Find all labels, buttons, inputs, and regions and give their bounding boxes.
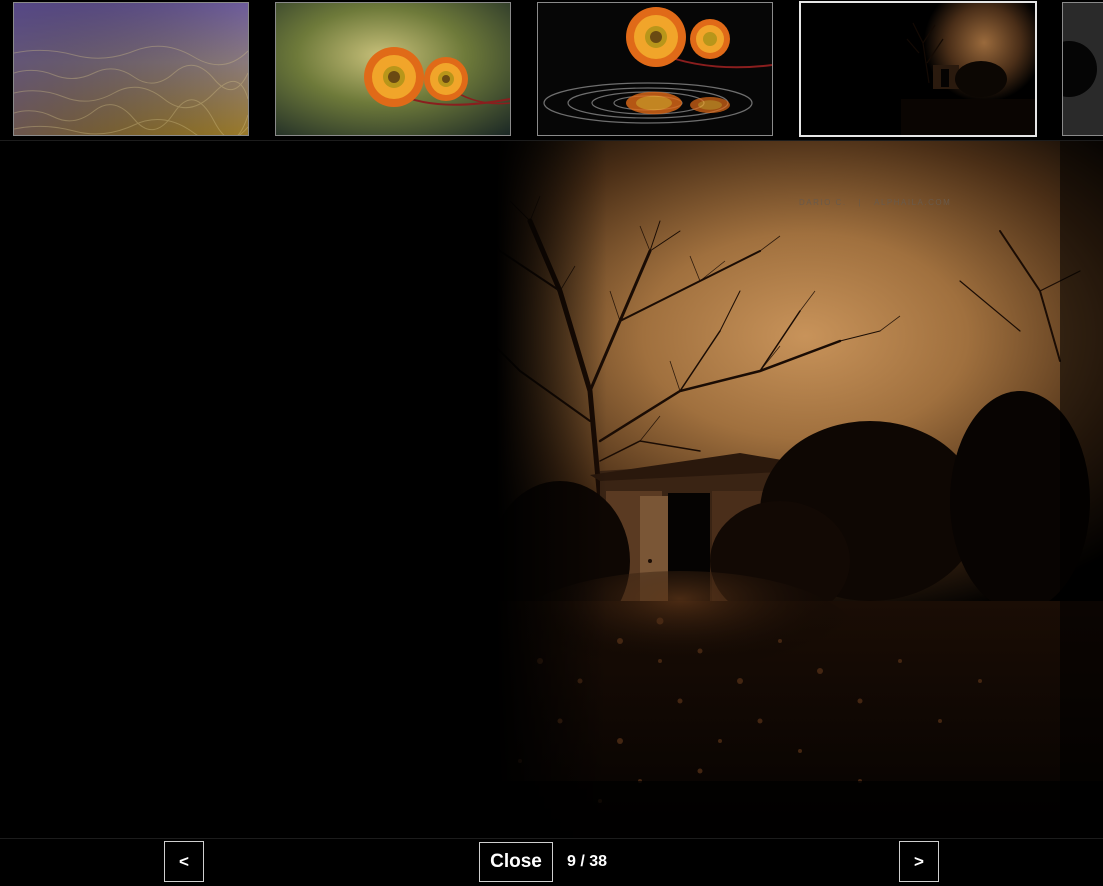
lightbox-gallery: DARIO C. | ALPHAILA.COM < Close 9 / 38 >: [0, 0, 1103, 886]
previous-button[interactable]: <: [164, 841, 204, 882]
watermark-author: DARIO C.: [799, 198, 847, 207]
thumbnail-flowers[interactable]: [275, 2, 511, 136]
thumbnail-water[interactable]: [13, 2, 249, 136]
image-viewer: DARIO C. | ALPHAILA.COM: [0, 141, 1103, 838]
watermark-separator: |: [858, 198, 863, 207]
thumbnail-partial[interactable]: [1062, 2, 1103, 136]
lightbox-controls: < Close 9 / 38 >: [0, 838, 1103, 886]
watermark-site: ALPHAILA.COM: [874, 198, 952, 207]
water-surface-thumbnail: [14, 3, 248, 135]
image-counter: 9 / 38: [567, 853, 608, 870]
shed-under-trees-photo: [0, 141, 1103, 838]
dark-partial-thumbnail: [1063, 3, 1103, 135]
thumbnail-flowers-reflection[interactable]: [537, 2, 773, 136]
close-button[interactable]: Close: [479, 842, 553, 882]
main-photo: [0, 141, 1103, 838]
thumbnail-shed-active[interactable]: [799, 1, 1037, 137]
flowers-reflection-thumbnail: [538, 3, 772, 135]
thumbnail-strip: [0, 0, 1103, 141]
next-button[interactable]: >: [899, 841, 939, 882]
twin-flowers-thumbnail: [276, 3, 510, 135]
photo-watermark: DARIO C. | ALPHAILA.COM: [799, 198, 951, 207]
dark-shed-thumbnail: [801, 3, 1035, 135]
